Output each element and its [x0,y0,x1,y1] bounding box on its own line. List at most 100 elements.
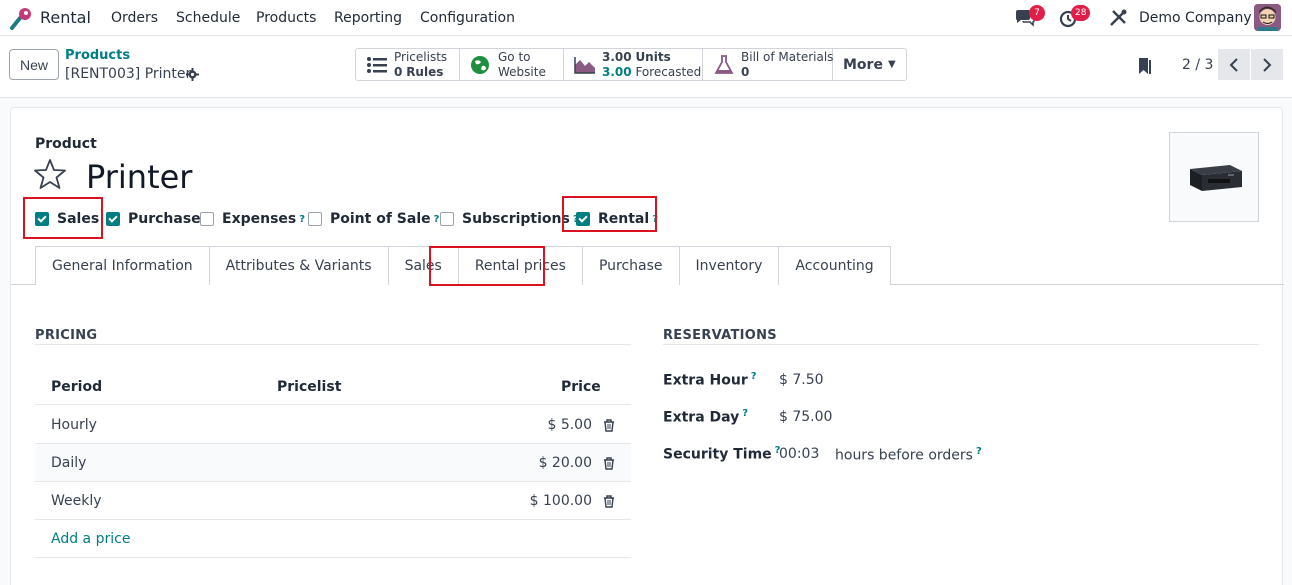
security-time-text: Security Time [663,446,772,463]
gear-icon[interactable] [186,68,199,81]
trash-icon[interactable] [603,419,615,432]
extra-hour-label: Extra Hour? [663,371,757,389]
menu-schedule[interactable]: Schedule [176,10,240,26]
menu-configuration[interactable]: Configuration [420,10,515,26]
extra-day-text: Extra Day [663,409,740,426]
period-cell[interactable]: Weekly [51,493,102,509]
breadcrumb-products[interactable]: Products [65,48,130,63]
row-divider [35,404,631,405]
tab-inventory[interactable]: Inventory [678,246,779,285]
period-cell[interactable]: Hourly [51,417,97,433]
rules-label: Rules [406,64,444,79]
area-chart-icon [574,56,595,74]
help-icon[interactable]: ? [434,214,440,225]
flask-icon [714,54,734,74]
pager-value[interactable]: 2 / 3 [1182,57,1213,73]
price-cell[interactable]: $ 5.00 [547,417,592,433]
purchase-checkbox[interactable]: Purchase [106,211,201,227]
tab-attributes-variants[interactable]: Attributes & Variants [208,246,388,285]
product-image[interactable] [1169,132,1259,222]
column-price[interactable]: Price [561,379,601,395]
tab-general-information[interactable]: General Information [35,246,209,285]
bom-count: 0 [741,64,750,79]
rules-count: 0 [394,64,403,79]
company-switcher[interactable]: Demo Company [1139,10,1252,26]
column-period[interactable]: Period [51,379,102,395]
pricing-title: PRICING [35,328,98,343]
extra-hour-value[interactable]: $ 7.50 [779,372,824,388]
row-divider [35,557,631,558]
pager-next-button[interactable] [1251,49,1283,80]
extra-day-value[interactable]: $ 75.00 [779,409,832,425]
help-icon[interactable]: ? [976,446,982,457]
tab-accounting[interactable]: Accounting [778,246,891,285]
user-avatar[interactable] [1254,4,1281,31]
menu-reporting[interactable]: Reporting [334,10,402,26]
forecast-value: 3.00 [602,64,632,79]
checkbox-box[interactable] [106,212,120,226]
forecast-label: Forecasted [635,64,702,79]
help-icon[interactable]: ? [742,408,748,419]
checkbox-box[interactable] [200,212,214,226]
product-name[interactable]: Printer [86,158,192,196]
bookmark-icon[interactable] [1138,57,1152,75]
units-label: Units [635,49,671,64]
chevron-right-icon [1263,57,1272,72]
extra-day-label: Extra Day? [663,408,748,426]
pager-previous-button[interactable] [1218,49,1250,80]
checkbox-box[interactable] [308,212,322,226]
trash-icon[interactable] [603,495,615,508]
expenses-checkbox[interactable]: Expenses ? [200,211,305,227]
add-price-link[interactable]: Add a price [51,531,130,547]
subscriptions-checkbox[interactable]: Subscriptions ? [440,211,579,227]
point-of-sale-checkbox[interactable]: Point of Sale ? [308,211,439,227]
app-name[interactable]: Rental [40,8,91,27]
star-icon[interactable] [33,157,67,191]
help-icon[interactable]: ? [751,371,757,382]
checkbox-label: Purchase [128,211,201,227]
form-sheet: Product Printer Sales Purchase Expenses … [10,107,1284,585]
security-suffix-text: hours before orders [835,447,973,464]
checkbox-box[interactable] [440,212,454,226]
units-value: 3.00 [602,49,632,64]
tab-purchase[interactable]: Purchase [581,246,679,285]
product-label: Product [35,136,97,152]
extra-hour-text: Extra Hour [663,372,748,389]
reservations-title: RESERVATIONS [663,328,777,343]
new-button[interactable]: New [9,49,59,80]
pricelists-label: Pricelists [394,49,448,64]
smart-buttons: Pricelists 0 Rules Go to Website 3.00 Un… [355,48,907,81]
security-time-suffix: hours before orders? [835,446,982,464]
activity-badge: 28 [1071,5,1091,21]
tools-icon[interactable] [1108,8,1130,28]
breadcrumb-current: [RENT003] Printer [65,66,192,82]
row-divider [35,481,631,482]
more-label: More [843,56,883,73]
security-time-value[interactable]: 00:03 [779,446,819,462]
checkbox-label: Expenses [222,211,297,227]
control-panel: New Products [RENT003] Printer Pricelist… [0,37,1292,98]
highlight-rental-prices-tab [429,246,545,286]
checkbox-label: Point of Sale [330,211,431,227]
price-cell[interactable]: $ 20.00 [539,455,592,471]
more-button[interactable]: More ▼ [833,49,906,80]
caret-down-icon: ▼ [887,59,896,70]
menu-orders[interactable]: Orders [111,10,158,26]
highlight-sales [23,197,103,239]
trash-icon[interactable] [603,457,615,470]
period-cell[interactable]: Daily [51,455,86,471]
rental-app-icon[interactable] [8,6,34,30]
menu-products[interactable]: Products [256,10,316,26]
help-icon[interactable]: ? [299,214,305,225]
bom-label: Bill of Materials [741,49,834,64]
pricelists-smart-button[interactable]: Pricelists 0 Rules [356,49,460,80]
website-smart-button[interactable]: Go to Website [460,49,564,80]
list-icon [367,56,387,73]
highlight-rental [562,196,657,232]
bom-smart-button[interactable]: Bill of Materials 0 [703,49,833,80]
printer-image [1190,165,1242,191]
pricing-divider [35,344,631,345]
column-pricelist[interactable]: Pricelist [277,379,341,395]
price-cell[interactable]: $ 100.00 [530,493,592,509]
forecast-smart-button[interactable]: 3.00 Units 3.00 Forecasted [564,49,703,80]
